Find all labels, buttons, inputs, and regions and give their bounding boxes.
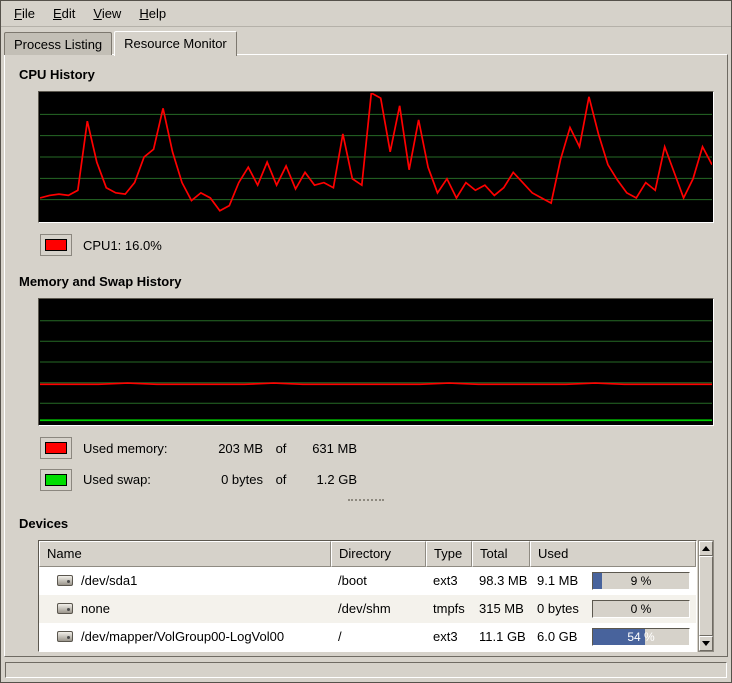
drive-icon	[57, 631, 73, 642]
devices-area: Name Directory Type Total Used /dev/sda1…	[38, 540, 714, 652]
device-name: none	[81, 601, 110, 616]
memory-history-graph-frame	[38, 298, 714, 426]
pane-handle-dots	[348, 499, 384, 501]
usage-percent-label: 54 %	[593, 629, 689, 645]
cpu-history-chart	[40, 93, 712, 221]
device-type: ext3	[426, 629, 472, 644]
usage-progressbar: 9 %	[592, 572, 690, 590]
device-directory: /dev/shm	[331, 601, 426, 616]
device-total: 98.3 MB	[472, 573, 530, 588]
device-name: /dev/sda1	[81, 573, 137, 588]
cpu-legend: CPU1: 16.0%	[40, 233, 714, 258]
cpu-color-swatch-frame	[40, 234, 72, 256]
usage-percent-label: 9 %	[593, 573, 689, 589]
statusbar	[5, 662, 727, 678]
menubar: File Edit View Help	[1, 1, 731, 27]
column-header-directory[interactable]: Directory	[331, 541, 426, 567]
drive-icon	[57, 575, 73, 586]
swap-legend-label: Used swap:	[83, 472, 201, 487]
cpu-legend-label: CPU1: 16.0%	[83, 238, 162, 253]
device-type: ext3	[426, 573, 472, 588]
device-used: 6.0 GB	[537, 629, 577, 644]
scroll-down-button[interactable]	[699, 636, 713, 651]
memory-history-chart	[40, 300, 712, 424]
swap-legend: Used swap: 0 bytes of 1.2 GB	[40, 467, 714, 492]
table-row[interactable]: none /dev/shm tmpfs 315 MB 0 bytes 0 %	[39, 595, 696, 623]
usage-percent-label: 0 %	[593, 601, 689, 617]
device-directory: /	[331, 629, 426, 644]
memory-color-swatch	[45, 442, 67, 454]
device-type: tmpfs	[426, 601, 472, 616]
menu-edit[interactable]: Edit	[44, 2, 84, 25]
column-header-used[interactable]: Used	[530, 541, 696, 567]
scroll-down-icon	[702, 641, 710, 646]
swap-color-swatch-frame	[40, 469, 72, 491]
cpu-history-graph-frame	[38, 91, 714, 223]
memory-of-word: of	[263, 441, 299, 456]
menu-help[interactable]: Help	[130, 2, 175, 25]
cpu-color-swatch	[45, 239, 67, 251]
memory-legend: Used memory: 203 MB of 631 MB	[40, 436, 714, 461]
device-used: 0 bytes	[537, 601, 579, 616]
swap-total-value: 1.2 GB	[299, 472, 357, 487]
device-total: 11.1 GB	[472, 629, 530, 644]
devices-title: Devices	[19, 516, 714, 534]
tab-resource-monitor[interactable]: Resource Monitor	[114, 31, 237, 56]
table-row[interactable]: /dev/mapper/VolGroup00-LogVol00 / ext3 1…	[39, 623, 696, 651]
drive-icon	[57, 603, 73, 614]
memory-color-swatch-frame	[40, 437, 72, 459]
column-header-name[interactable]: Name	[39, 541, 331, 567]
swap-color-swatch	[45, 474, 67, 486]
pane-resize-handle[interactable]	[18, 497, 714, 505]
swap-of-word: of	[263, 472, 299, 487]
tab-process-listing[interactable]: Process Listing	[4, 32, 112, 55]
memory-used-value: 203 MB	[201, 441, 263, 456]
memory-history-title: Memory and Swap History	[19, 274, 714, 292]
scrollbar-thumb[interactable]	[699, 556, 713, 636]
menu-file[interactable]: File	[5, 2, 44, 25]
memory-total-value: 631 MB	[299, 441, 357, 456]
usage-progressbar: 0 %	[592, 600, 690, 618]
menu-view[interactable]: View	[84, 2, 130, 25]
system-monitor-window: File Edit View Help Process Listing Reso…	[0, 0, 732, 683]
column-header-total[interactable]: Total	[472, 541, 530, 567]
table-row[interactable]: /dev/sda1 /boot ext3 98.3 MB 9.1 MB 9 %	[39, 567, 696, 595]
device-name: /dev/mapper/VolGroup00-LogVol00	[81, 629, 284, 644]
cpu-history-title: CPU History	[19, 67, 714, 85]
resource-monitor-page: CPU History CPU1: 16.0% Memory and Swap …	[4, 54, 728, 657]
scroll-up-button[interactable]	[699, 541, 713, 556]
vertical-scrollbar[interactable]	[698, 540, 714, 652]
device-total: 315 MB	[472, 601, 530, 616]
devices-table: Name Directory Type Total Used /dev/sda1…	[38, 540, 697, 652]
scroll-up-icon	[702, 546, 710, 551]
tabbar: Process Listing Resource Monitor	[1, 27, 731, 54]
devices-table-header: Name Directory Type Total Used	[39, 541, 696, 567]
device-used: 9.1 MB	[537, 573, 578, 588]
memory-legend-label: Used memory:	[83, 441, 201, 456]
usage-progressbar: 54 %	[592, 628, 690, 646]
swap-used-value: 0 bytes	[201, 472, 263, 487]
device-directory: /boot	[331, 573, 426, 588]
column-header-type[interactable]: Type	[426, 541, 472, 567]
